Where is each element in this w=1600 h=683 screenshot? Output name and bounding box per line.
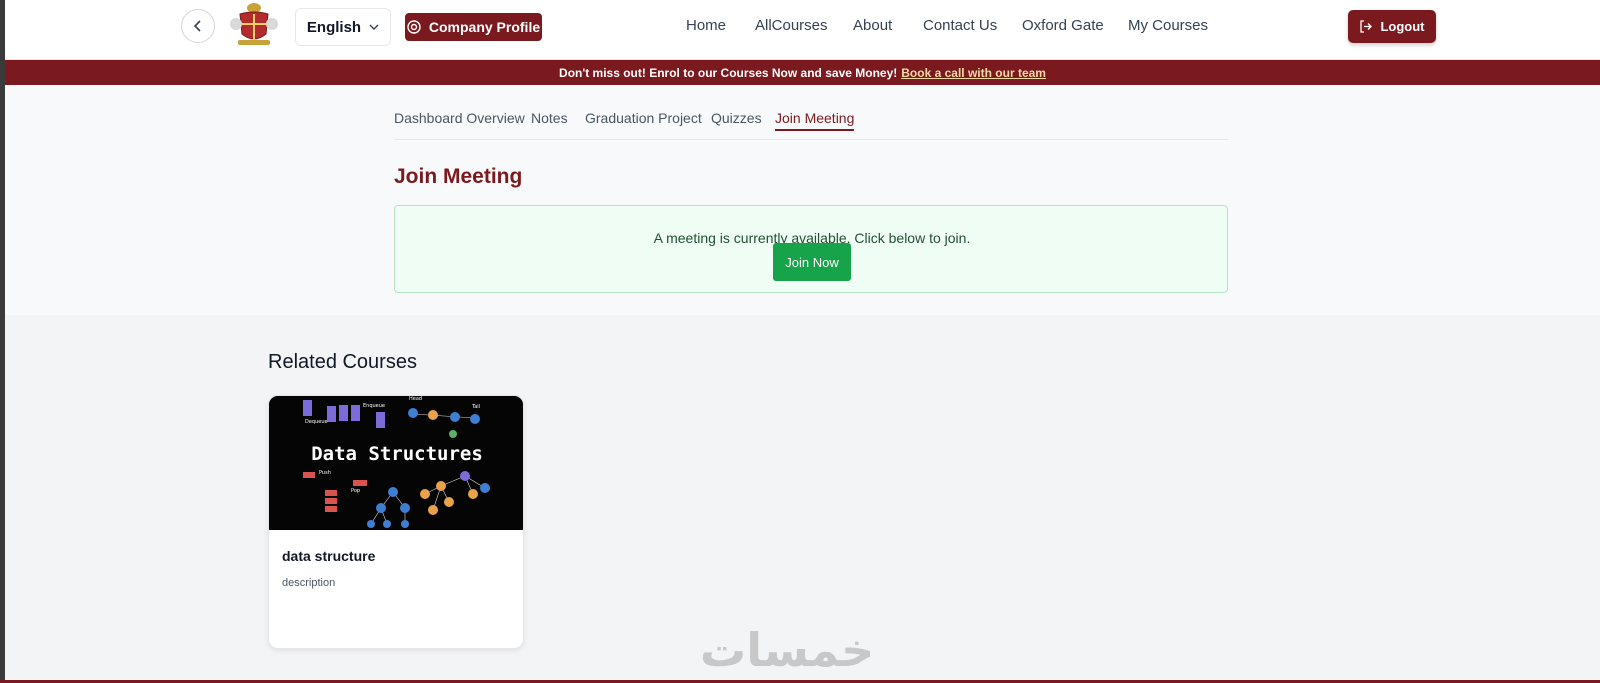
watermark: خمسات [700,623,875,677]
site-logo[interactable] [227,2,281,48]
site-header: English Company Profile Home AllCourses … [5,0,1600,60]
nav-home[interactable]: Home [686,17,726,34]
thumb-label-push: Push [319,470,331,476]
chevron-left-icon [193,20,201,32]
company-profile-button[interactable]: Company Profile [405,13,542,41]
nav-my-courses[interactable]: My Courses [1128,17,1208,34]
thumb-label-pop: Pop [351,488,360,494]
logout-icon [1360,20,1373,33]
language-select[interactable]: English [295,8,391,46]
dashboard-tabs: Dashboard Overview Notes Graduation Proj… [394,110,1228,140]
course-dashboard: Dashboard Overview Notes Graduation Proj… [5,85,1600,315]
related-courses-title: Related Courses [268,351,417,373]
thumb-title: Data Structures [311,443,483,465]
target-icon [407,20,421,34]
thumb-label-dequeue: Dequeue [305,419,328,425]
nav-all-courses[interactable]: AllCourses [755,17,828,34]
course-name: data structure [282,548,376,564]
tab-notes[interactable]: Notes [531,110,568,129]
course-thumbnail: Dequeue Enqueue Head Tail Data Structure… [269,396,523,530]
back-button[interactable] [181,9,215,43]
nav-oxford-gate[interactable]: Oxford Gate [1022,17,1104,34]
course-card[interactable]: Dequeue Enqueue Head Tail Data Structure… [268,395,524,649]
logout-label: Logout [1380,19,1425,34]
nav-contact-us[interactable]: Contact Us [923,17,997,34]
promo-text: Don't miss out! Enrol to our Courses Now… [559,65,898,80]
course-description: description [282,577,336,589]
tab-graduation-project[interactable]: Graduation Project [585,110,702,129]
tab-join-meeting[interactable]: Join Meeting [775,110,855,131]
nav-about[interactable]: About [853,17,892,34]
tab-dashboard-overview[interactable]: Dashboard Overview [394,110,525,129]
thumb-label-tail: Tail [471,404,480,410]
thumb-label-head: Head [409,396,422,402]
crest-icon [230,3,278,45]
language-label: English [306,18,362,36]
join-now-button[interactable]: Join Now [773,243,851,281]
logout-button[interactable]: Logout [1348,10,1436,43]
book-call-link[interactable]: Book a call with our team [901,66,1046,80]
page-title: Join Meeting [394,165,523,188]
promo-banner: Don't miss out! Enrol to our Courses Now… [5,60,1600,85]
thumb-label-enqueue: Enqueue [363,403,385,409]
tab-quizzes[interactable]: Quizzes [711,110,762,129]
company-profile-label: Company Profile [428,19,541,35]
chevron-down-icon [369,24,379,30]
meeting-alert: A meeting is currently available. Click … [394,205,1228,293]
